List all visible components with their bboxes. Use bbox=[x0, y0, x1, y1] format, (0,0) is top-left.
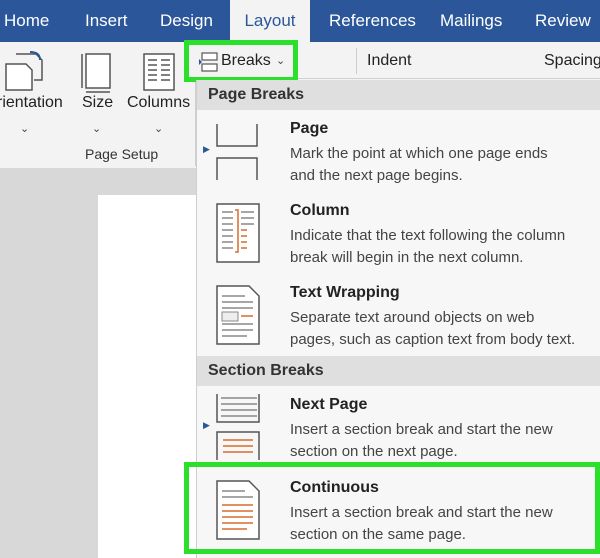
menu-item-description: Insert a section break and start the new bbox=[290, 421, 553, 438]
text-wrapping-icon bbox=[216, 285, 260, 345]
size-chevron-icon[interactable]: ⌄ bbox=[92, 122, 101, 135]
menu-item-title: Next Page bbox=[290, 396, 368, 413]
tab-design[interactable]: Design bbox=[160, 0, 213, 42]
next-page-break-icon bbox=[216, 394, 260, 460]
menu-item-description: pages, such as caption text from body te… bbox=[290, 331, 576, 348]
menu-item-column[interactable]: Column Indicate that the text following … bbox=[197, 196, 600, 272]
menu-item-description: Indicate that the text following the col… bbox=[290, 227, 566, 244]
breaks-highlight bbox=[184, 40, 298, 82]
menu-item-description: Mark the point at which one page ends bbox=[290, 145, 548, 162]
menu-item-text-wrapping[interactable]: Text Wrapping Separate text around objec… bbox=[197, 278, 600, 354]
columns-chevron-icon[interactable]: ⌄ bbox=[154, 122, 163, 135]
spacing-label: Spacing bbox=[544, 52, 600, 69]
orientation-chevron-icon[interactable]: ⌄ bbox=[20, 122, 29, 135]
group-label-page-setup: Page Setup bbox=[85, 146, 159, 162]
document-page[interactable] bbox=[98, 195, 198, 558]
menu-item-next-page[interactable]: ▶ Next Page Insert a section break and s… bbox=[197, 390, 600, 466]
ribbon-tab-bar: Home Insert Design Layout References Mai… bbox=[0, 0, 600, 42]
size-button[interactable]: Size bbox=[82, 94, 113, 112]
menu-item-title: Column bbox=[290, 202, 350, 219]
tab-mailings[interactable]: Mailings bbox=[440, 0, 502, 42]
ribbon-divider bbox=[356, 48, 357, 74]
menu-item-description: section on the next page. bbox=[290, 443, 458, 460]
columns-button[interactable]: Columns bbox=[127, 94, 190, 112]
tab-insert[interactable]: Insert bbox=[85, 0, 128, 42]
tab-home[interactable]: Home bbox=[4, 0, 49, 42]
indent-label: Indent bbox=[367, 52, 412, 69]
page-break-icon bbox=[216, 124, 258, 180]
tab-layout[interactable]: Layout bbox=[230, 0, 310, 42]
continuous-highlight bbox=[184, 462, 600, 554]
menu-header-section-breaks: Section Breaks bbox=[197, 356, 600, 386]
orientation-button[interactable]: rientation bbox=[0, 94, 63, 112]
tab-review[interactable]: Review bbox=[535, 0, 591, 42]
size-icon[interactable] bbox=[80, 50, 116, 94]
menu-item-title: Text Wrapping bbox=[290, 284, 400, 301]
menu-header-page-breaks: Page Breaks bbox=[197, 80, 600, 110]
columns-icon[interactable] bbox=[142, 50, 178, 94]
tab-references[interactable]: References bbox=[329, 0, 416, 42]
orientation-icon[interactable] bbox=[2, 50, 46, 94]
menu-item-description: break will begin in the next column. bbox=[290, 249, 524, 266]
menu-item-description: and the next page begins. bbox=[290, 167, 463, 184]
column-break-icon bbox=[216, 203, 260, 263]
menu-item-page[interactable]: ▶ Page Mark the point at which one page … bbox=[197, 114, 600, 190]
menu-item-description: Separate text around objects on web bbox=[290, 309, 535, 326]
menu-item-title: Page bbox=[290, 120, 329, 137]
